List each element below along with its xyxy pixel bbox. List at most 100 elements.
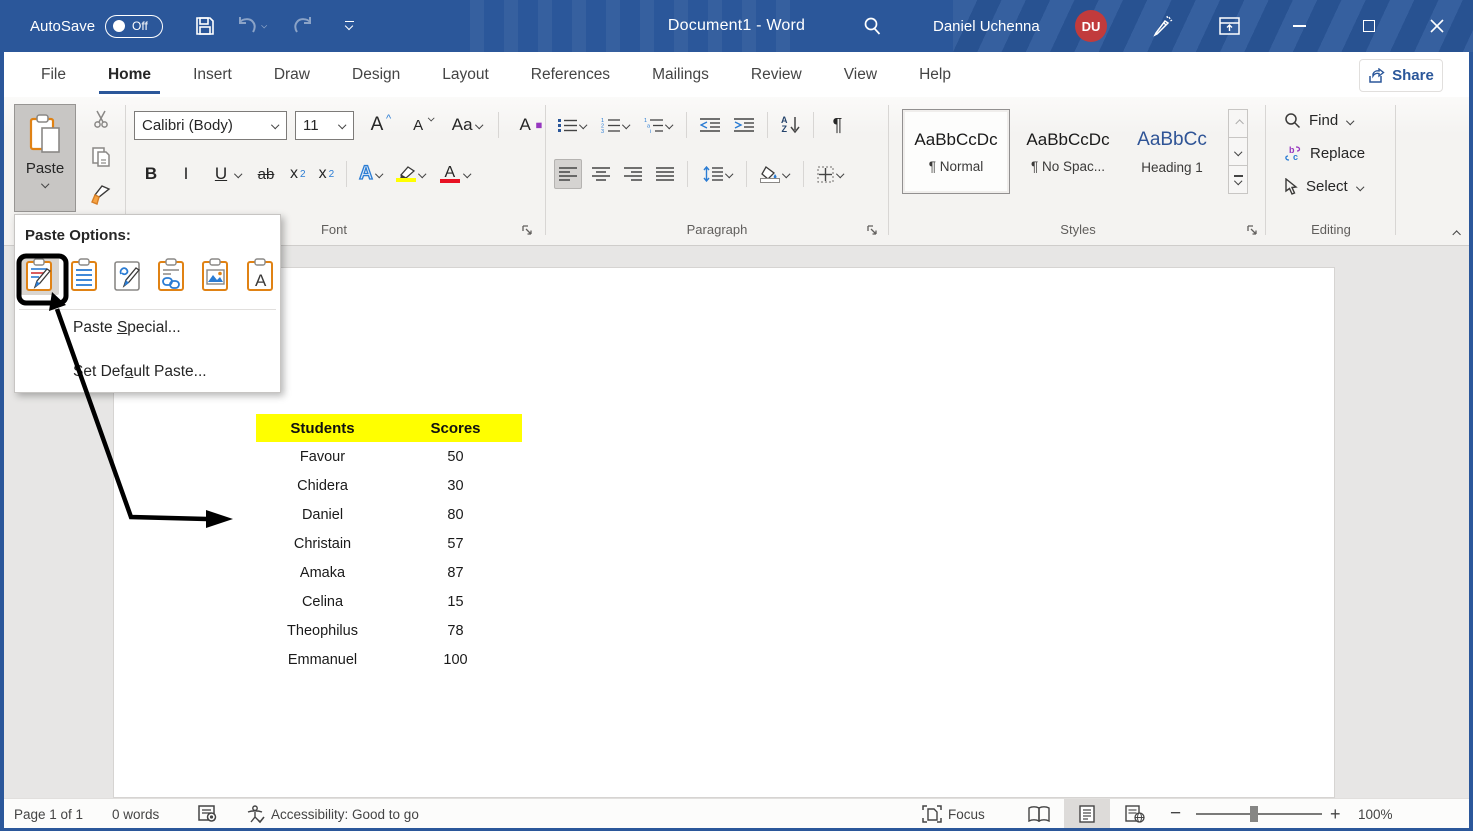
paste-special-menu-item[interactable]: Paste Special... <box>73 319 181 337</box>
italic-button[interactable]: I <box>171 159 201 189</box>
text-highlight-button[interactable] <box>392 159 430 189</box>
cell-score[interactable]: 80 <box>389 500 522 529</box>
whats-new-pen-button[interactable] <box>1146 0 1178 52</box>
maximize-button[interactable] <box>1346 0 1392 52</box>
change-case-button[interactable]: Aa <box>447 110 487 140</box>
styles-dialog-launcher[interactable] <box>1246 224 1259 237</box>
search-button[interactable] <box>856 0 888 52</box>
paste-option-use-destination-styles[interactable] <box>65 255 103 295</box>
shading-button[interactable] <box>756 159 794 189</box>
shrink-font-button[interactable]: A <box>403 110 439 140</box>
cell-student[interactable]: Theophilus <box>256 616 389 645</box>
customize-quick-access-button[interactable] <box>336 0 362 52</box>
font-color-button[interactable]: A <box>435 159 475 189</box>
tab-draw[interactable]: Draw <box>253 52 331 97</box>
redo-button[interactable] <box>288 0 318 52</box>
clear-formatting-button[interactable]: A ◆ <box>510 110 547 140</box>
align-right-button[interactable] <box>620 159 646 189</box>
paste-option-link-keep-source-formatting[interactable] <box>153 255 191 295</box>
underline-button[interactable]: U <box>206 159 246 189</box>
zoom-slider-handle[interactable] <box>1250 806 1258 822</box>
cell-student[interactable]: Emmanuel <box>256 645 389 674</box>
proofing-status-button[interactable] <box>198 799 219 829</box>
word-count[interactable]: 0 words <box>112 799 159 829</box>
tab-home[interactable]: Home <box>87 52 172 97</box>
collapse-ribbon-button[interactable] <box>1451 225 1459 243</box>
sort-button[interactable]: AZ <box>777 110 804 140</box>
font-name-combobox[interactable]: Calibri (Body) <box>134 111 287 140</box>
tab-help[interactable]: Help <box>898 52 972 97</box>
copy-button[interactable] <box>87 142 115 172</box>
tab-view[interactable]: View <box>823 52 898 97</box>
cell-student[interactable]: Favour <box>256 442 389 471</box>
show-hide-pilcrow-button[interactable]: ¶ <box>823 110 853 140</box>
superscript-button[interactable]: x2 <box>315 159 339 189</box>
tab-design[interactable]: Design <box>331 52 421 97</box>
paste-option-merge-formatting[interactable] <box>109 255 147 295</box>
style-heading-1[interactable]: AaBbCc Heading 1 <box>1118 109 1226 194</box>
text-effects-button[interactable]: A <box>355 159 387 189</box>
cell-score[interactable]: 50 <box>389 442 522 471</box>
borders-button[interactable] <box>813 159 848 189</box>
zoom-slider-track[interactable] <box>1196 813 1322 815</box>
multilevel-list-button[interactable]: 1 a i <box>640 110 677 140</box>
bold-button[interactable]: B <box>136 159 166 189</box>
replace-button[interactable]: b c Replace <box>1284 145 1365 162</box>
tab-references[interactable]: References <box>510 52 631 97</box>
print-layout-button[interactable] <box>1064 799 1110 829</box>
accessibility-status-button[interactable]: Accessibility: Good to go <box>246 799 419 829</box>
paste-button[interactable]: Paste <box>14 104 76 212</box>
document-page[interactable]: Students Scores Favour50 Chidera30 Danie… <box>113 267 1335 798</box>
tab-layout[interactable]: Layout <box>421 52 510 97</box>
styles-scroll-up-button[interactable] <box>1229 110 1247 138</box>
tab-mailings[interactable]: Mailings <box>631 52 730 97</box>
grow-font-button[interactable]: A ^ <box>362 110 395 140</box>
zoom-level[interactable]: 100% <box>1358 799 1393 829</box>
zoom-out-button[interactable]: − <box>1170 799 1181 829</box>
bullets-button[interactable] <box>554 110 591 140</box>
paste-option-keep-text-only[interactable]: A <box>241 255 279 295</box>
align-center-button[interactable] <box>588 159 614 189</box>
cell-score[interactable]: 78 <box>389 616 522 645</box>
autosave-toggle[interactable]: Off <box>105 15 163 38</box>
select-button[interactable]: Select <box>1284 178 1364 195</box>
strikethrough-button[interactable]: ab <box>251 159 281 189</box>
table-header-students[interactable]: Students <box>256 414 389 442</box>
cell-student[interactable]: Christain <box>256 529 389 558</box>
style-normal[interactable]: AaBbCcDc ¶ Normal <box>902 109 1010 194</box>
cell-score[interactable]: 30 <box>389 471 522 500</box>
cell-score[interactable]: 15 <box>389 587 522 616</box>
cell-student[interactable]: Celina <box>256 587 389 616</box>
zoom-in-button[interactable]: + <box>1330 799 1341 829</box>
justify-button[interactable] <box>652 159 678 189</box>
subscript-button[interactable]: x2 <box>286 159 310 189</box>
share-button[interactable]: Share <box>1359 59 1443 92</box>
decrease-indent-button[interactable] <box>696 110 724 140</box>
font-size-combobox[interactable]: 11 <box>295 111 354 140</box>
page-indicator[interactable]: Page 1 of 1 <box>14 799 83 829</box>
focus-mode-button[interactable]: Focus <box>922 799 985 829</box>
cell-score[interactable]: 100 <box>389 645 522 674</box>
numbering-button[interactable]: 1 2 3 <box>597 110 634 140</box>
line-spacing-button[interactable] <box>697 159 737 189</box>
close-button[interactable] <box>1414 0 1460 52</box>
paste-option-keep-source-formatting[interactable] <box>21 255 59 295</box>
increase-indent-button[interactable] <box>730 110 758 140</box>
table-header-scores[interactable]: Scores <box>389 414 522 442</box>
save-button[interactable] <box>190 0 220 52</box>
cell-student[interactable]: Daniel <box>256 500 389 529</box>
ribbon-display-options-button[interactable] <box>1212 0 1246 52</box>
paste-option-picture[interactable] <box>197 255 235 295</box>
tab-insert[interactable]: Insert <box>172 52 253 97</box>
tab-review[interactable]: Review <box>730 52 823 97</box>
set-default-paste-menu-item[interactable]: Set Default Paste... <box>73 363 207 381</box>
paragraph-dialog-launcher[interactable] <box>866 224 879 237</box>
read-mode-button[interactable] <box>1016 799 1062 829</box>
account-avatar[interactable]: DU <box>1075 0 1107 52</box>
minimize-button[interactable] <box>1276 0 1322 52</box>
styles-scroll-down-button[interactable] <box>1229 138 1247 166</box>
style-no-spacing[interactable]: AaBbCcDc ¶ No Spac... <box>1014 109 1122 194</box>
tab-file[interactable]: File <box>20 52 87 97</box>
styles-more-button[interactable] <box>1229 166 1247 193</box>
align-left-button[interactable] <box>554 159 582 189</box>
